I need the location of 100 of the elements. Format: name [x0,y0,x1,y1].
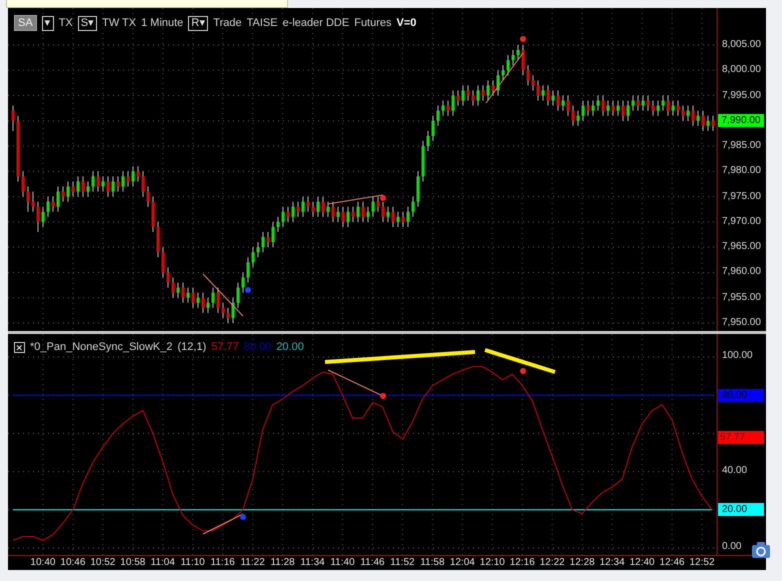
signal-marker [380,195,386,201]
signal-marker [380,393,386,399]
candlestick [596,95,600,112]
indicator-value: 80.00 [244,340,272,355]
time-label: 11:40 [329,556,356,569]
signal-marker [240,514,246,520]
candlestick [386,206,390,222]
candlestick [116,176,120,192]
axis-label: 7,960.00 [722,266,761,278]
candlestick [512,50,514,66]
candlestick [612,100,614,116]
candlestick [106,176,110,198]
time-label: 10:40 [29,556,56,569]
time-label: 11:16 [210,556,236,569]
candlestick [446,100,450,116]
candlestick [236,282,240,308]
candlestick [186,287,190,304]
candlestick [472,90,474,106]
candlestick [602,95,604,116]
candlestick [132,166,134,188]
indicator-name: *0_Pan_NoneSync_SlowK_2 [30,340,172,355]
candlestick [56,186,60,212]
value-badge: 57.77 [718,431,764,444]
candlestick [442,100,444,116]
candlestick [332,201,334,222]
candlestick [622,100,624,122]
candlestick [462,84,464,106]
candlestick [242,272,244,294]
candlestick [336,206,340,222]
indicator-value: 57.77 [211,340,239,355]
candlestick [292,201,294,222]
candlestick [62,186,64,202]
camera-icon[interactable] [752,542,770,558]
candlestick [642,95,644,112]
candlestick [212,287,214,308]
axis-label: 7,995.00 [722,90,761,102]
dropdown-button[interactable]: S▾ [78,16,98,31]
trend-line [202,274,244,316]
candlestick [532,74,534,91]
close-button[interactable]: ✕ [14,342,25,353]
candlestick [166,266,170,288]
candlestick [12,105,14,132]
axis-label: 7,955.00 [722,292,761,304]
candlestick [252,246,254,268]
candlestick [172,277,174,298]
axis-label: 100.00 [722,350,753,362]
candlestick [382,201,384,222]
toolbar-label: Futures [354,16,392,31]
axis-label: 40.00 [722,464,748,477]
axis-label: 7,970.00 [722,216,761,228]
candlestick [556,90,560,112]
candlestick [436,105,440,126]
trend-line [328,370,384,396]
candlestick [192,287,194,308]
candlestick [452,90,454,116]
candlestick [326,201,330,218]
candlestick [52,196,54,212]
signal-marker [520,368,526,374]
candlestick [412,196,414,218]
candlestick [92,170,94,192]
candlestick [466,84,470,102]
candlestick [482,84,484,102]
toolbar-label: TX [58,16,73,31]
candlestick [146,186,150,208]
candlestick [506,54,510,76]
candlestick [376,196,380,212]
candlestick [42,206,44,228]
candlestick [656,100,660,116]
axis-label: 80.00 [718,388,764,402]
dropdown-button[interactable]: ▾ [42,16,54,31]
candlestick [76,176,80,198]
candlestick [312,201,314,218]
toolbar-label: TW TX [102,16,136,31]
candlestick [476,84,480,106]
candlestick [216,287,220,314]
dropdown-button[interactable]: R▾ [188,16,208,31]
candlestick [592,100,594,116]
candlestick [712,115,714,132]
trend-line [202,514,244,534]
candlestick [262,232,264,253]
candlestick [492,80,494,96]
indicator-params: (12,1) [178,340,206,355]
candlestick [666,95,670,116]
toolbar-label: 1 Minute [141,16,184,31]
candlestick [682,105,684,122]
candlestick [626,100,630,122]
candlestick [672,100,674,116]
candlestick [396,211,400,228]
candlestick [142,170,144,198]
candlestick [676,100,680,116]
candlestick [136,166,140,182]
axis-label: 7,985.00 [722,140,761,152]
candlestick [246,256,250,284]
axis-label: 0.00 [722,541,742,553]
candlestick [632,95,634,112]
candlestick [706,115,710,132]
candlestick [372,196,374,218]
axis-label: 7,975.00 [722,190,761,203]
candlestick [96,170,100,192]
candlestick [432,115,434,142]
